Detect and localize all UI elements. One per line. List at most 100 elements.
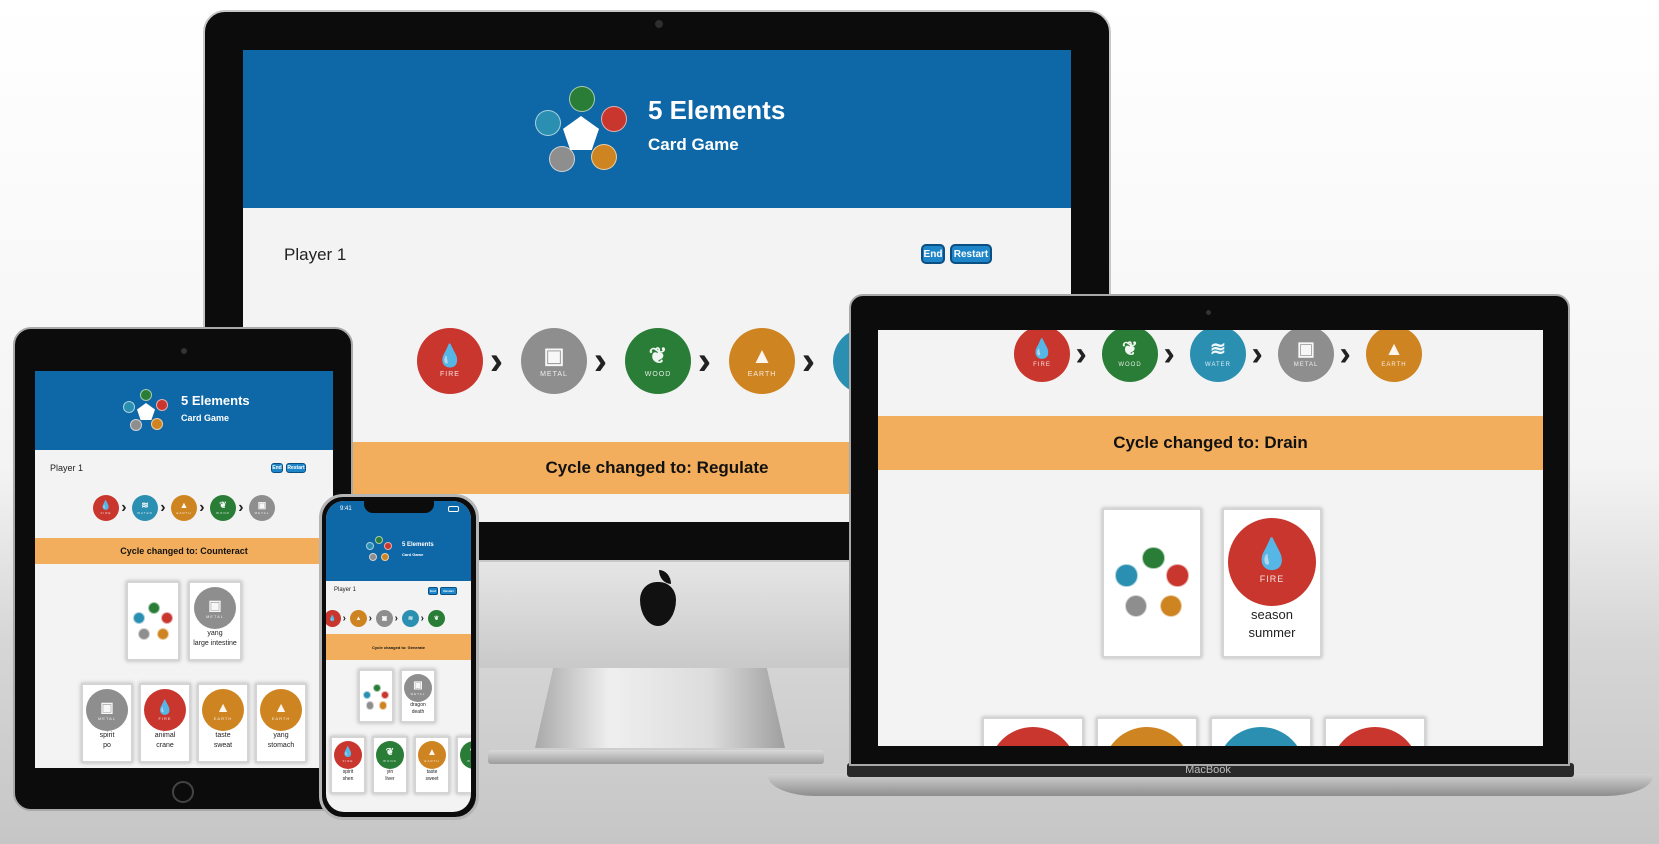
game-card[interactable]: ▲EARTH — [1096, 717, 1198, 746]
earth-icon: ▲EARTH — [202, 689, 244, 731]
game-card[interactable]: 💧 FIRE spirit shen — [330, 736, 366, 794]
element-label: FIRE — [1259, 574, 1285, 584]
game-card[interactable] — [126, 581, 180, 661]
element-label: EARTH — [271, 715, 291, 721]
cycle-banner: Cycle changed to: Counteract — [35, 538, 333, 564]
card-text: yang — [207, 630, 223, 637]
game-card[interactable]: 💧 FIRE animal crane — [139, 683, 191, 763]
card-element: 💧FIRE — [144, 689, 186, 731]
element-label: FIRE — [158, 715, 172, 721]
game-card[interactable]: ❦ WOOD yin liver — [372, 736, 408, 794]
logo-metal-icon — [130, 419, 142, 431]
element-label: EARTH — [176, 511, 192, 515]
phone-notch — [364, 501, 434, 513]
metal-icon: ▣ METAL — [194, 587, 236, 629]
element-glyph: ▣ — [100, 698, 114, 715]
element-label: METAL — [254, 511, 270, 515]
element-label: FIRE — [440, 370, 460, 378]
card-element: ❦WOOD — [376, 741, 404, 769]
cycle-arrow-icon: › — [121, 499, 127, 516]
card-element: 💧FIRE — [334, 741, 362, 769]
end-button[interactable]: End — [271, 463, 283, 473]
game-card[interactable]: ▲ EARTH yang stomach — [255, 683, 307, 763]
element-label: METAL — [1293, 362, 1319, 368]
game-card[interactable]: ❦WOOD — [456, 736, 471, 794]
card-text: animal — [154, 732, 176, 739]
tablet-screen: 5 Elements Card Game Player 1 End Restar… — [35, 371, 333, 768]
restart-button[interactable]: Restart — [950, 244, 992, 264]
card-element: 💧FIRE — [1331, 727, 1419, 746]
logo-fire-icon — [1166, 564, 1189, 587]
end-button[interactable]: End — [921, 244, 945, 264]
logo-water-icon — [1115, 564, 1138, 587]
game-card[interactable]: ▲ EARTH taste sweat — [197, 683, 249, 763]
cycle-arrow-icon: › — [1163, 334, 1175, 373]
game-card[interactable]: 💧 FIRE season summer — [1222, 508, 1322, 658]
game-card[interactable]: ≋WATER — [1210, 717, 1312, 746]
game-card[interactable]: ▣ METAL spirit po — [81, 683, 133, 763]
element-label: WATER — [137, 511, 153, 515]
card-text: large intestine — [193, 639, 237, 647]
logo-wood-icon — [1142, 546, 1165, 569]
fire-icon: 💧 FIRE — [417, 328, 483, 394]
water-icon: ≋ WATER — [1190, 330, 1246, 382]
game-card[interactable]: ▣ METAL yang large intestine — [188, 581, 242, 661]
logo — [123, 389, 169, 435]
logo-wood-icon — [147, 602, 160, 615]
game-card[interactable]: ▲ EARTH taste sweet — [414, 736, 450, 794]
app-header: 5 Elements Card Game — [243, 50, 1071, 208]
card-element: ▣ METAL — [194, 587, 236, 629]
element-glyph: ▲ — [751, 342, 773, 368]
element-glyph: ▣ — [208, 596, 222, 613]
metal-icon: ▣ METAL — [86, 689, 128, 731]
cycle-arrow-icon: › — [1075, 334, 1087, 373]
battery-icon — [448, 506, 459, 512]
card-text: spirit — [342, 769, 354, 775]
wood-icon: ❦ — [428, 610, 445, 627]
game-card[interactable] — [358, 669, 394, 723]
logo-wood-icon — [140, 389, 152, 401]
logo-water-icon — [123, 401, 135, 413]
app-title: 5 Elements — [402, 542, 434, 548]
card-text: liver — [385, 776, 395, 782]
element-glyph: 💧 — [1253, 538, 1291, 571]
card-element: ▲EARTH — [202, 689, 244, 731]
game-card[interactable]: 💧FIRE — [982, 717, 1084, 746]
cycle-arrow-icon: › — [593, 338, 608, 383]
logo-wood-icon — [375, 536, 383, 544]
restart-button[interactable]: Restart — [286, 463, 306, 473]
app-title: 5 Elements — [181, 393, 250, 408]
game-card[interactable]: ▣ METAL dragon death — [400, 669, 436, 723]
logo-earth-icon — [157, 628, 170, 641]
cycle-arrow-icon: › — [1251, 334, 1263, 373]
card-element: ▲EARTH — [418, 741, 446, 769]
metal-icon: ▣ — [376, 610, 393, 627]
element-glyph: ❦ — [219, 500, 227, 510]
logo-metal-icon — [138, 628, 151, 641]
element-label: WOOD — [467, 758, 471, 763]
game-card[interactable] — [1102, 508, 1202, 658]
earth-icon: ▲EARTH — [171, 495, 197, 521]
cycle-arrow-icon: › — [1339, 334, 1351, 373]
status-time: 9:41 — [340, 506, 352, 512]
end-button[interactable]: End — [428, 587, 438, 595]
wood-icon: ❦WOOD — [376, 741, 404, 769]
logo-metal-icon — [1124, 594, 1148, 617]
card-text: taste — [426, 769, 438, 775]
card-text: yin — [386, 769, 394, 775]
logo-earth-icon — [591, 144, 617, 170]
player-label: Player 1 — [284, 245, 347, 264]
card-logo — [362, 684, 391, 713]
card-element: ≋WATER — [1217, 727, 1305, 746]
element-glyph: ▲ — [179, 500, 189, 510]
app-subtitle: Card Game — [181, 413, 230, 423]
card-text: po — [103, 741, 111, 749]
element-glyph: ≋ — [141, 500, 149, 510]
player-label: Player 1 — [50, 463, 84, 473]
tablet-home-button[interactable] — [172, 781, 194, 803]
game-card[interactable]: 💧FIRE — [1324, 717, 1426, 746]
imac-stand — [535, 660, 785, 748]
metal-icon: ▣ METAL — [1278, 330, 1334, 382]
logo-metal-icon — [366, 701, 375, 710]
restart-button[interactable]: Restart — [440, 587, 457, 595]
